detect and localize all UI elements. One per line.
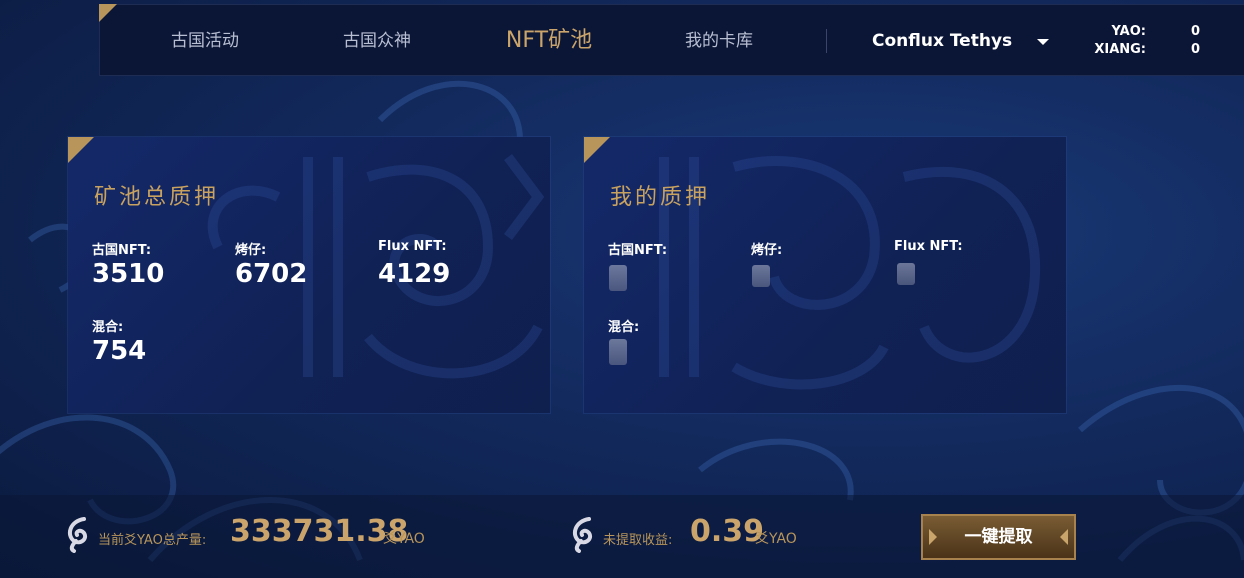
my-stat-label-flux-nft: Flux NFT: [894,239,963,254]
yao-swirl-icon [67,517,87,553]
stat-value-flux-nft: 4129 [378,259,451,289]
unclaimed-label: 未提取收益: [603,533,673,548]
balance-label-yao: YAO: [1111,24,1146,39]
balance-label-xiang: XIANG: [1094,42,1146,57]
stat-label-kaozai: 烤仔: [235,243,267,258]
balance-value-yao: 0 [1190,24,1200,39]
loading-placeholder [752,265,770,287]
nav-item-gods[interactable]: 古国众神 [317,5,437,77]
unclaimed-unit: 爻YAO [755,531,797,547]
nav-divider [826,29,827,53]
total-output-label: 当前爻YAO总产量: [98,533,207,548]
loading-placeholder [609,339,627,365]
my-stat-label-guguo-nft: 古国NFT: [608,243,668,258]
loading-placeholder [897,263,915,285]
wallet-network-selector[interactable]: Conflux Tethys [872,5,1012,77]
balance-value-xiang: 0 [1190,42,1200,57]
my-stat-label-mixed: 混合: [608,320,640,335]
nav-item-activities[interactable]: 古国活动 [145,5,265,77]
stat-label-mixed: 混合: [92,320,124,335]
claim-all-button[interactable]: 一键提取 [921,514,1076,560]
my-stake-panel: 我的质押 古国NFT: 烤仔: Flux NFT: 混合: [584,137,1066,413]
corner-ornament [99,4,117,22]
corner-ornament [584,137,610,163]
corner-ornament [68,137,94,163]
stat-value-mixed: 754 [92,336,147,366]
stat-label-flux-nft: Flux NFT: [378,239,447,254]
top-navigation: 古国活动 古国众神 NFT矿池 我的卡库 Conflux Tethys YAO:… [99,4,1244,76]
stat-value-kaozai: 6702 [235,259,308,289]
unclaimed-value: 0.39 [690,514,765,549]
total-output-unit: 爻YAO [383,531,425,547]
my-stat-label-kaozai: 烤仔: [751,243,783,258]
pool-total-title: 矿池总质押 [94,185,220,210]
stat-label-guguo-nft: 古国NFT: [92,243,152,258]
stat-value-guguo-nft: 3510 [92,259,165,289]
total-output-value: 333731.38 [230,514,409,549]
nav-item-my-cards[interactable]: 我的卡库 [659,5,779,77]
pool-total-panel: 矿池总质押 古国NFT: 3510 烤仔: 6702 Flux NFT: 412… [68,137,550,413]
yao-swirl-icon [572,517,592,553]
my-stake-title: 我的质押 [610,185,711,210]
chevron-down-icon[interactable] [1037,39,1049,45]
nav-item-nft-pool[interactable]: NFT矿池 [489,5,609,77]
loading-placeholder [609,265,627,291]
